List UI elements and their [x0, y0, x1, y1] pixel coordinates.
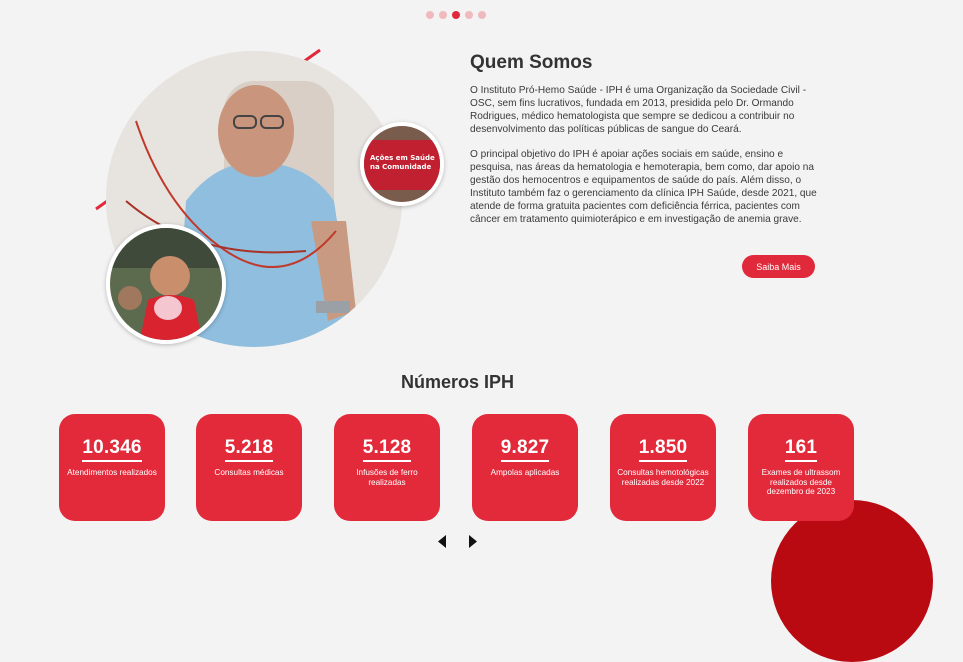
stat-label: Exames de ultrassom realizados desde dez… — [761, 468, 841, 496]
saiba-mais-button[interactable]: Saiba Mais — [742, 255, 815, 278]
stat-label: Consultas médicas — [214, 468, 284, 477]
about-title: Quem Somos — [470, 52, 593, 73]
stat-value: 10.346 — [82, 437, 142, 462]
stat-value: 5.218 — [224, 437, 274, 462]
stat-label: Infusões de ferro realizadas — [356, 468, 418, 487]
stats-slider-nav — [436, 534, 478, 548]
about-section: Quem Somos O Instituto Pró-Hemo Saúde - … — [470, 52, 820, 238]
carousel-dot-1[interactable] — [426, 11, 434, 19]
stat-value: 5.128 — [362, 437, 412, 462]
about-paragraph-2: O principal objetivo do IPH é apoiar açõ… — [470, 149, 817, 225]
stat-card-atendimentos: 10.346 Atendimentos realizados — [59, 414, 165, 521]
stat-card-hemotologicas: 1.850 Consultas hemotológicas realizadas… — [610, 414, 716, 521]
svg-text:na Comunidade: na Comunidade — [370, 163, 431, 171]
carousel-dots — [426, 11, 486, 19]
stat-label: Atendimentos realizados — [67, 468, 157, 477]
stat-value: 9.827 — [500, 437, 550, 462]
carousel-dot-5[interactable] — [478, 11, 486, 19]
stat-label: Ampolas aplicadas — [490, 468, 560, 477]
stat-card-infusoes: 5.128 Infusões de ferro realizadas — [334, 414, 440, 521]
stat-label: Consultas hemotológicas realizadas desde… — [617, 468, 709, 487]
hero-photo-collage: Ações em Saúde na Comunidade — [94, 48, 454, 358]
numbers-title: Números IPH — [400, 372, 515, 392]
decorative-red-circle — [771, 500, 933, 662]
carousel-dot-4[interactable] — [465, 11, 473, 19]
carousel-dot-3[interactable] — [452, 11, 460, 19]
community-truck-photo: Ações em Saúde na Comunidade — [360, 122, 444, 206]
carousel-dot-2[interactable] — [439, 11, 447, 19]
stat-card-ultrassom: 161 Exames de ultrassom realizados desde… — [748, 414, 854, 521]
arrow-right-icon[interactable] — [466, 534, 478, 548]
arrow-left-icon[interactable] — [436, 534, 448, 548]
svg-text:Ações em Saúde: Ações em Saúde — [370, 154, 435, 162]
stat-value: 161 — [784, 437, 818, 462]
stat-value: 1.850 — [638, 437, 688, 462]
stat-card-ampolas: 9.827 Ampolas aplicadas — [472, 414, 578, 521]
child-photo — [106, 224, 226, 344]
about-paragraph-1: O Instituto Pró-Hemo Saúde - IPH é uma O… — [470, 85, 807, 135]
stat-card-consultas: 5.218 Consultas médicas — [196, 414, 302, 521]
